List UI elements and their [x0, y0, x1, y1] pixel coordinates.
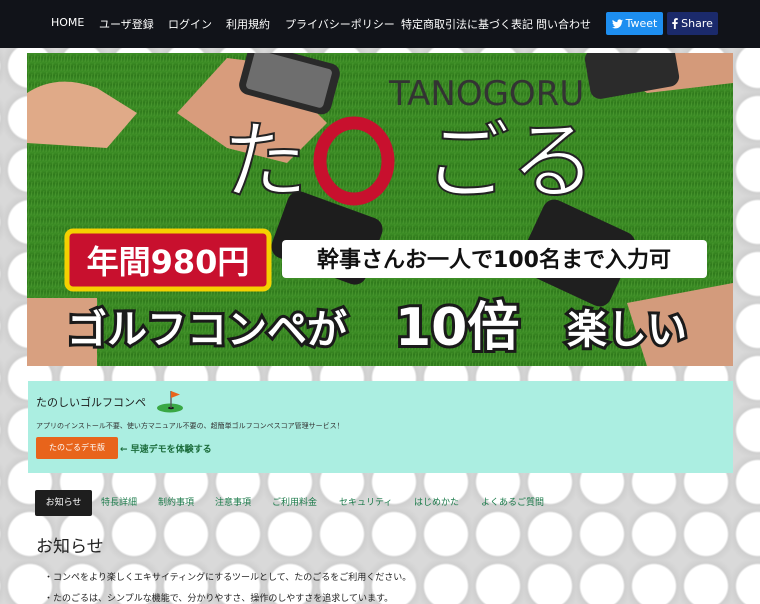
tab-precautions[interactable]: 注意事項: [207, 490, 259, 516]
capacity-text: 幹事さんお一人で100名まで入力可: [317, 247, 671, 273]
nav-user-registration[interactable]: ユーザ登録: [99, 16, 154, 32]
nav-contact[interactable]: 問い合わせ: [536, 16, 591, 32]
top-navigation-bar: HOME ユーザ登録 ログイン 利用規約 プライバシーポリシー 特定商取引法に基…: [0, 0, 760, 48]
tweet-label: Tweet: [625, 17, 658, 30]
share-button[interactable]: Share: [667, 12, 718, 35]
golf-flag-icon: [157, 391, 183, 413]
tab-restrictions[interactable]: 制約事項: [150, 490, 202, 516]
demo-note: ← 早速デモを体験する: [120, 445, 212, 455]
brand-kana-right: ごる: [424, 112, 596, 212]
brand-latin: TANOGORU: [388, 74, 584, 114]
tab-pricing[interactable]: ご利用料金: [264, 490, 325, 516]
tab-getting-started[interactable]: はじめかた: [406, 490, 467, 516]
twitter-bird-icon: [611, 19, 623, 29]
tab-faq[interactable]: よくあるご質問: [473, 490, 552, 516]
nav-privacy-policy[interactable]: プライバシーポリシー: [285, 16, 395, 32]
news-heading: お知らせ: [36, 537, 104, 557]
headline-part1: ゴルフコンペが: [67, 307, 347, 353]
tab-features[interactable]: 特長詳細: [93, 490, 145, 516]
nav-terms[interactable]: 利用規約: [226, 16, 270, 32]
nav-commerce-law[interactable]: 特定商取引法に基づく表記: [401, 16, 533, 32]
hero-banner: TANOGORU た ごる 年間980円 幹事さんお一人で100名まで入力可 ゴ…: [27, 53, 733, 366]
share-label: Share: [681, 17, 713, 30]
promo-box: たのしいゴルフコンペ アプリのインストール不要、使い方マニュアル不要の、超簡単ゴ…: [28, 381, 733, 473]
brand-kana-left: た: [222, 112, 308, 212]
nav-home[interactable]: HOME: [51, 16, 84, 29]
nav-login[interactable]: ログイン: [168, 16, 212, 32]
headline-number: 10倍: [395, 298, 519, 358]
demo-version-button[interactable]: たのごるデモ版: [36, 437, 118, 459]
tweet-button[interactable]: Tweet: [606, 12, 663, 35]
news-line: ・コンペをより楽しくエキサイティングにするツールとして、たのごるをご利用ください…: [44, 573, 412, 583]
price-badge-text: 年間980円: [87, 243, 250, 281]
headline-part2: 楽しい: [567, 307, 687, 353]
facebook-f-icon: [672, 18, 678, 29]
news-line: ・たのごるは、シンプルな機能で、分かりやすさ、操作のしやすさを追求しています。: [44, 594, 394, 604]
promo-subtitle: アプリのインストール不要、使い方マニュアル不要の、超簡単ゴルフコンペスコア管理サ…: [36, 422, 344, 430]
hero-banner-art: TANOGORU た ごる 年間980円 幹事さんお一人で100名まで入力可 ゴ…: [27, 53, 733, 366]
tab-security[interactable]: セキュリティ: [331, 490, 400, 516]
tab-news[interactable]: お知らせ: [35, 490, 92, 516]
promo-title: たのしいゴルフコンペ: [36, 396, 146, 409]
